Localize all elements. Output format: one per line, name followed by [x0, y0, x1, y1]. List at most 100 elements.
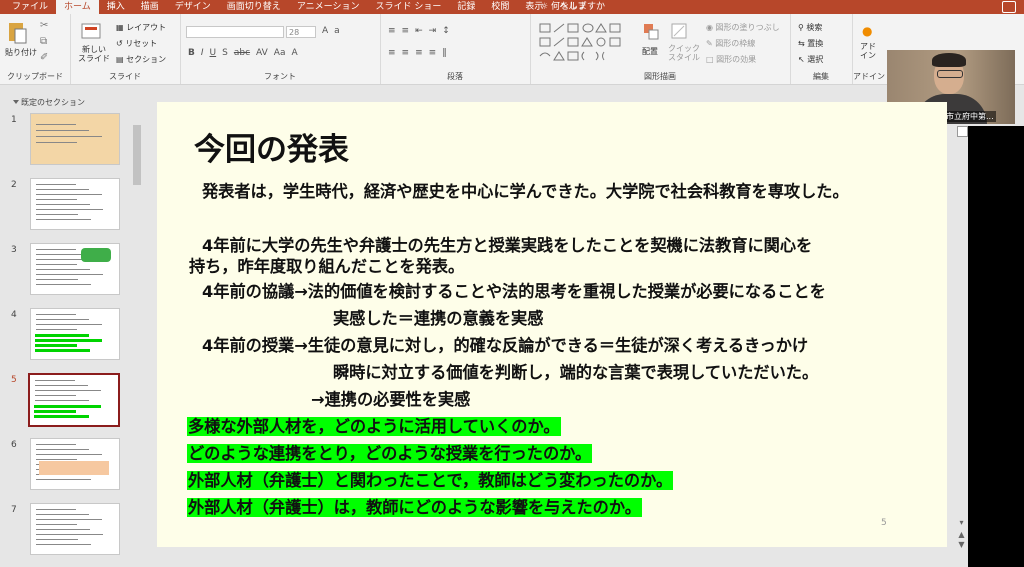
slide-thumbnail-4[interactable]	[30, 308, 120, 360]
thumbnail-text-line	[35, 334, 89, 337]
outer-window-background	[968, 126, 1024, 567]
scroll-down-icon[interactable]: ▾	[957, 518, 966, 527]
thumbnail-text-line	[36, 284, 91, 285]
previous-slide-icon[interactable]: ▲	[957, 530, 966, 539]
thumbnail-scrollbar[interactable]	[132, 85, 142, 567]
drawing-group: 配置 クイック スタイル ◉ 図形の塗りつぶし ✎ 図形の枠線 □ 図形の効果 …	[530, 14, 791, 84]
shapes-gallery[interactable]	[538, 22, 636, 66]
section-label: セクション	[126, 55, 167, 64]
thumbnail-text-line	[36, 539, 78, 540]
select-button[interactable]: ↖ 選択	[798, 54, 823, 65]
thumbnail-text-line	[36, 529, 90, 530]
slide-thumbnail-5[interactable]	[28, 373, 120, 427]
slides-group-label: スライド	[109, 72, 141, 81]
copy-icon[interactable]: ⧉	[40, 36, 47, 47]
tab-6[interactable]: アニメーション	[289, 0, 368, 14]
tab-9[interactable]: 校閲	[483, 0, 517, 14]
strikethrough-icon[interactable]: abc	[234, 48, 250, 58]
align-right-icon[interactable]: ≡	[415, 48, 423, 58]
addin-icon[interactable]: ●	[862, 24, 872, 38]
thumbnail-text-line	[35, 385, 88, 386]
scroll-thumb[interactable]	[957, 126, 968, 137]
font-size-combo[interactable]: 28	[286, 26, 316, 38]
italic-icon[interactable]: I	[201, 48, 204, 58]
tell-me-box[interactable]: ☼ 何をしますか	[540, 0, 605, 14]
tab-1[interactable]: ホーム	[56, 0, 99, 14]
thumbnail-text-line	[36, 314, 76, 315]
line-spacing-icon[interactable]: ↕	[442, 26, 450, 36]
columns-icon[interactable]: ‖	[442, 48, 447, 58]
slide-thumbnail-6[interactable]	[30, 438, 120, 490]
thumbnail-text-line	[36, 449, 89, 450]
addin-label: アド イン	[860, 42, 876, 60]
change-case-icon[interactable]: Aa	[274, 48, 286, 58]
decrease-indent-icon[interactable]: ⇤	[415, 26, 423, 36]
slide-canvas[interactable]: 今回の発表 発表者は，学生時代，経済や歴史を中心に学んできた。大学院で社会科教育…	[157, 102, 947, 547]
bullets-icon[interactable]: ≡	[388, 26, 396, 36]
tab-7[interactable]: スライド ショー	[367, 0, 449, 14]
tell-me-label: 何をしますか	[550, 2, 605, 12]
shape-effects-label: 図形の効果	[716, 55, 757, 64]
section-button[interactable]: ▤ セクション	[116, 54, 166, 65]
slide-thumbnail-3[interactable]	[30, 243, 120, 295]
numbering-icon[interactable]: ≡	[402, 26, 410, 36]
thumbnail-text-line	[36, 479, 91, 480]
tab-5[interactable]: 画面切り替え	[219, 0, 289, 14]
replace-button[interactable]: ⇆ 置換	[798, 38, 823, 49]
tab-0[interactable]: ファイル	[4, 0, 56, 14]
quick-style-button[interactable]	[670, 22, 688, 42]
reset-button[interactable]: ↺ リセット	[116, 38, 157, 49]
shape-outline-button[interactable]: ✎ 図形の枠線	[706, 38, 755, 49]
tab-3[interactable]: 描画	[133, 0, 167, 14]
layout-button[interactable]: ▦ レイアウト	[116, 22, 166, 33]
comment-icon[interactable]	[1002, 1, 1016, 13]
thumbnail-text-line	[34, 415, 89, 418]
layout-label: レイアウト	[126, 23, 167, 32]
next-slide-icon[interactable]: ▼	[957, 540, 966, 549]
highlight-line-2: どのような連携をとり，どのような授業を行ったのか。	[187, 440, 593, 464]
format-painter-icon[interactable]: ✐	[40, 52, 48, 63]
paint-bucket-icon: ◉	[706, 23, 713, 32]
thumbnail-scrollbar-thumb[interactable]	[133, 125, 141, 185]
slide-line-4: 4年前の協議→法的価値を検討することや法的思考を重視した授業が必要になることを	[202, 282, 826, 301]
underline-icon[interactable]: U	[210, 48, 217, 58]
shape-fill-button[interactable]: ◉ 図形の塗りつぶし	[706, 22, 780, 33]
arrange-button[interactable]	[642, 22, 660, 44]
slide-scrollbar[interactable]: ▾ ▲ ▼	[956, 126, 968, 567]
bold-icon[interactable]: B	[188, 48, 195, 58]
slide-thumbnail-1[interactable]	[30, 113, 120, 165]
char-spacing-icon[interactable]: AV	[256, 48, 268, 58]
lightbulb-icon: ☼	[540, 2, 549, 12]
font-color-icon[interactable]: A	[291, 48, 297, 58]
slide-thumbnail-2[interactable]	[30, 178, 120, 230]
tab-8[interactable]: 記録	[449, 0, 483, 14]
tab-4[interactable]: デザイン	[167, 0, 219, 14]
slide-thumbnail-7[interactable]	[30, 503, 120, 555]
shape-effects-button[interactable]: □ 図形の効果	[706, 54, 756, 65]
justify-icon[interactable]: ≡	[429, 48, 437, 58]
thumbnail-text-line	[36, 519, 102, 520]
thumbnail-text-line	[35, 349, 90, 352]
thumbnail-map-graphic	[81, 248, 111, 262]
thumbnail-text-line	[36, 264, 77, 265]
quick-style-icon	[671, 23, 687, 39]
shrink-font-icon[interactable]: a	[334, 26, 340, 36]
thumbnail-text-line	[36, 524, 77, 525]
thumbnail-text-line	[36, 142, 77, 143]
increase-indent-icon[interactable]: ⇥	[429, 26, 437, 36]
find-button[interactable]: ⚲ 検索	[798, 22, 822, 33]
slide-title[interactable]: 今回の発表	[194, 124, 349, 169]
new-slide-icon	[81, 23, 101, 39]
font-name-combo[interactable]	[186, 26, 284, 38]
thumbnail-text-line	[36, 209, 103, 210]
cut-icon[interactable]: ✂	[40, 20, 48, 31]
new-slide-button[interactable]	[80, 20, 102, 44]
align-center-icon[interactable]: ≡	[402, 48, 410, 58]
tab-2[interactable]: 挿入	[99, 0, 133, 14]
grow-font-icon[interactable]: A	[322, 26, 328, 36]
new-slide-label: 新しい スライド	[78, 45, 110, 63]
align-left-icon[interactable]: ≡	[388, 48, 396, 58]
paste-button[interactable]	[6, 20, 28, 46]
section-header[interactable]: 既定のセクション	[13, 97, 85, 108]
shadow-icon[interactable]: S	[222, 48, 228, 58]
